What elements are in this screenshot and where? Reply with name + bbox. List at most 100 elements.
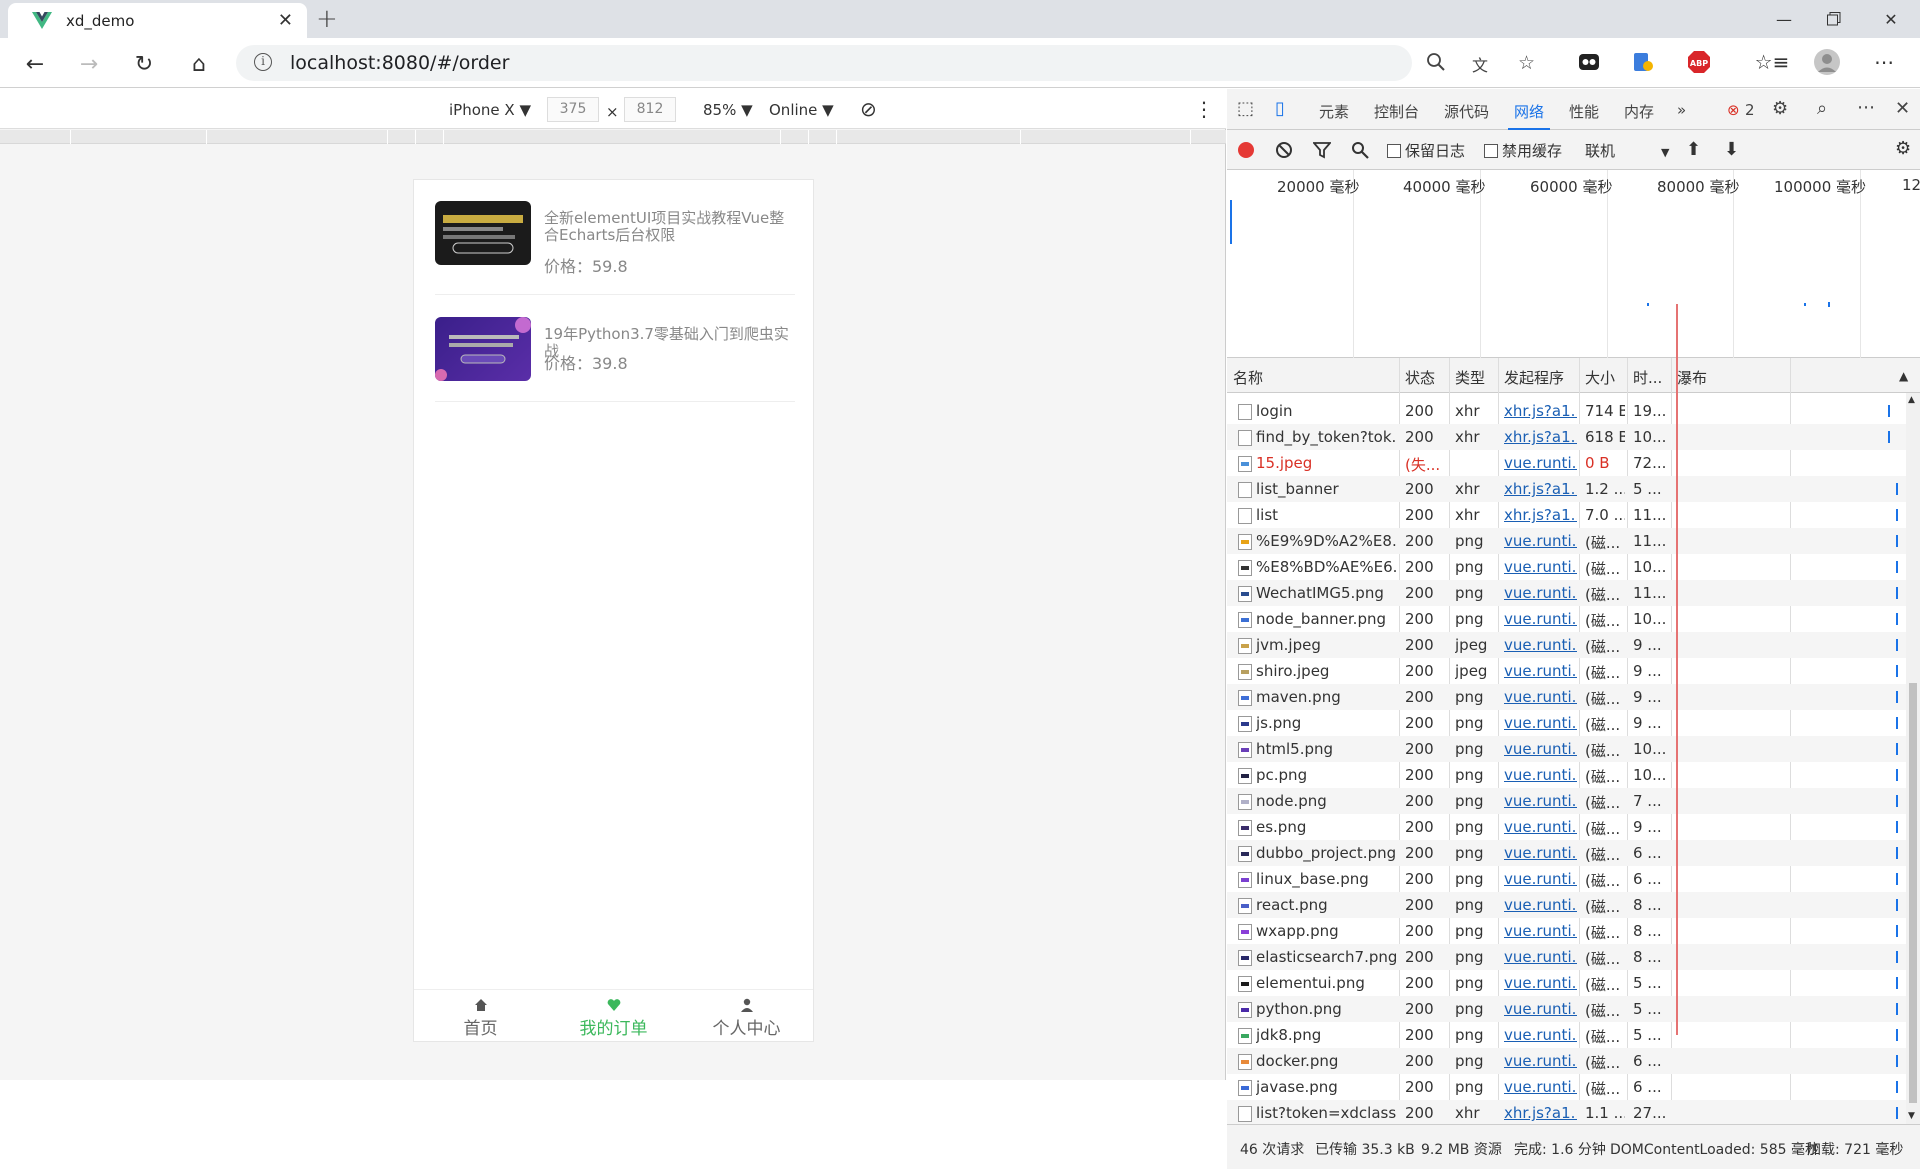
- cell-initiator[interactable]: xhr.js?a1...: [1504, 428, 1577, 446]
- cell-initiator[interactable]: vue.runti...: [1504, 948, 1577, 966]
- request-row[interactable]: list 200 xhr xhr.js?a1... 7.0 ... 11...: [1227, 502, 1906, 528]
- request-row[interactable]: python.png 200 png vue.runti... (磁... 5 ...: [1227, 996, 1906, 1022]
- record-icon[interactable]: [1237, 141, 1255, 163]
- cell-initiator[interactable]: vue.runti...: [1504, 740, 1577, 758]
- reload-icon[interactable]: ↻: [128, 48, 160, 80]
- request-row[interactable]: dubbo_project.png 200 png vue.runti... (磁...…: [1227, 840, 1906, 866]
- request-row[interactable]: maven.png 200 png vue.runti... (磁... 9 ...: [1227, 684, 1906, 710]
- network-select[interactable]: Online ▼: [769, 101, 834, 119]
- tab-performance[interactable]: 性能: [1569, 101, 1599, 122]
- cell-initiator[interactable]: vue.runti...: [1504, 896, 1577, 914]
- height-input[interactable]: 812: [624, 97, 676, 122]
- inspect-element-icon[interactable]: ⬚: [1237, 98, 1254, 119]
- nav-profile[interactable]: 个人中心: [680, 998, 813, 1039]
- more-tabs-icon[interactable]: »: [1677, 101, 1686, 119]
- col-waterfall[interactable]: 瀑布: [1677, 367, 1707, 388]
- new-tab-icon[interactable]: +: [316, 4, 338, 34]
- device-toggle-icon[interactable]: ▯: [1275, 98, 1285, 119]
- request-row[interactable]: docker.png 200 png vue.runti... (磁... 6 ...: [1227, 1048, 1906, 1074]
- export-har-icon[interactable]: ⬇: [1724, 139, 1739, 160]
- devtools-close-icon[interactable]: ✕: [1895, 98, 1910, 119]
- zoom-search-icon[interactable]: [1426, 52, 1446, 77]
- request-row[interactable]: %E8%BD%AE%E6... 200 png vue.runti... (磁... 10…: [1227, 554, 1906, 580]
- col-size[interactable]: 大小: [1585, 367, 1615, 388]
- error-count[interactable]: 2: [1745, 101, 1755, 119]
- cell-initiator[interactable]: vue.runti...: [1504, 584, 1577, 602]
- request-row[interactable]: node_banner.png 200 png vue.runti... (磁... 10…: [1227, 606, 1906, 632]
- cell-initiator[interactable]: vue.runti...: [1504, 1000, 1577, 1018]
- zoom-select[interactable]: 85% ▼: [703, 101, 753, 119]
- cell-initiator[interactable]: vue.runti...: [1504, 974, 1577, 992]
- cell-initiator[interactable]: vue.runti...: [1504, 662, 1577, 680]
- device-select[interactable]: iPhone X ▼: [449, 101, 531, 119]
- browser-tab[interactable]: xd_demo ✕: [8, 3, 307, 38]
- order-card[interactable]: 19年Python3.7零基础入门到爬虫实战 价格：39.8: [435, 295, 795, 402]
- url-text[interactable]: localhost:8080/#/order: [290, 52, 509, 74]
- tab-close-icon[interactable]: ✕: [278, 10, 293, 31]
- adblock-icon[interactable]: ABP: [1684, 47, 1714, 77]
- request-row[interactable]: pc.png 200 png vue.runti... (磁... 10...: [1227, 762, 1906, 788]
- cell-initiator[interactable]: vue.runti...: [1504, 1052, 1577, 1070]
- favorite-star-icon[interactable]: ☆: [1518, 52, 1535, 74]
- request-row[interactable]: linux_base.png 200 png vue.runti... (磁... 6 .…: [1227, 866, 1906, 892]
- favorites-list-icon[interactable]: ☆≡: [1755, 47, 1790, 77]
- width-input[interactable]: 375: [547, 97, 599, 122]
- request-row[interactable]: login 200 xhr xhr.js?a1... 714 B 19...: [1227, 398, 1906, 424]
- request-row[interactable]: list_banner 200 xhr xhr.js?a1... 1.2 ... 5 ..…: [1227, 476, 1906, 502]
- request-row[interactable]: find_by_token?tok... 200 xhr xhr.js?a1... 61…: [1227, 424, 1906, 450]
- tab-elements[interactable]: 元素: [1319, 101, 1349, 122]
- cell-initiator[interactable]: xhr.js?a1...: [1504, 506, 1577, 524]
- request-row[interactable]: html5.png 200 png vue.runti... (磁... 10...: [1227, 736, 1906, 762]
- extension-icon[interactable]: [1574, 47, 1604, 77]
- media-query-ruler[interactable]: [0, 130, 1226, 144]
- request-row[interactable]: node.png 200 png vue.runti... (磁... 7 ...: [1227, 788, 1906, 814]
- request-row[interactable]: wxapp.png 200 png vue.runti... (磁... 8 ...: [1227, 918, 1906, 944]
- import-har-icon[interactable]: ⬆: [1686, 139, 1701, 160]
- tab-sources[interactable]: 源代码: [1444, 101, 1489, 122]
- more-menu-icon[interactable]: ⋯: [1869, 47, 1899, 77]
- request-row[interactable]: jvm.jpeg 200 jpeg vue.runti... (磁... 9 ...: [1227, 632, 1906, 658]
- cell-initiator[interactable]: vue.runti...: [1504, 870, 1577, 888]
- request-row[interactable]: 15.jpeg (失... vue.runti... 0 B 72...: [1227, 450, 1906, 476]
- preserve-log-checkbox[interactable]: 保留日志: [1387, 140, 1465, 161]
- nav-home[interactable]: 首页: [414, 998, 547, 1039]
- forward-icon[interactable]: →: [73, 48, 105, 80]
- clear-icon[interactable]: [1275, 141, 1293, 163]
- device-more-icon[interactable]: ⋮: [1194, 97, 1214, 121]
- cell-initiator[interactable]: vue.runti...: [1504, 454, 1577, 472]
- request-row[interactable]: elasticsearch7.png 200 png vue.runti... (磁..…: [1227, 944, 1906, 970]
- cell-initiator[interactable]: vue.runti...: [1504, 922, 1577, 940]
- request-row[interactable]: js.png 200 png vue.runti... (磁... 9 ...: [1227, 710, 1906, 736]
- back-icon[interactable]: ←: [19, 48, 51, 80]
- request-row[interactable]: jdk8.png 200 png vue.runti... (磁... 5 ...: [1227, 1022, 1906, 1048]
- request-list-scrollbar[interactable]: ▲ ▼: [1906, 393, 1920, 1124]
- rotate-icon[interactable]: ⊘: [860, 97, 877, 121]
- col-status[interactable]: 状态: [1405, 367, 1435, 388]
- site-info-icon[interactable]: i: [254, 53, 272, 71]
- cell-initiator[interactable]: vue.runti...: [1504, 714, 1577, 732]
- request-row[interactable]: es.png 200 png vue.runti... (磁... 9 ...: [1227, 814, 1906, 840]
- cell-initiator[interactable]: vue.runti...: [1504, 558, 1577, 576]
- cell-initiator[interactable]: xhr.js?a1...: [1504, 1104, 1577, 1122]
- window-close-icon[interactable]: ✕: [1862, 0, 1920, 38]
- col-name[interactable]: 名称: [1233, 367, 1263, 388]
- cell-initiator[interactable]: xhr.js?a1...: [1504, 402, 1577, 420]
- request-row[interactable]: WechatIMG5.png 200 png vue.runti... (磁... 11.…: [1227, 580, 1906, 606]
- col-time[interactable]: 时...: [1633, 367, 1662, 388]
- cell-initiator[interactable]: vue.runti...: [1504, 844, 1577, 862]
- cell-initiator[interactable]: vue.runti...: [1504, 792, 1577, 810]
- filter-icon[interactable]: [1312, 141, 1332, 163]
- cell-initiator[interactable]: xhr.js?a1...: [1504, 480, 1577, 498]
- extension-puzzle-icon[interactable]: [1628, 47, 1658, 77]
- settings-gear-icon[interactable]: ⚙: [1772, 98, 1788, 119]
- nav-my-orders[interactable]: 我的订单: [547, 998, 680, 1039]
- cell-initiator[interactable]: vue.runti...: [1504, 1026, 1577, 1044]
- network-overview-timeline[interactable]: [1227, 170, 1920, 358]
- error-icon[interactable]: ⊗: [1727, 101, 1740, 119]
- col-initiator[interactable]: 发起程序: [1504, 367, 1564, 388]
- col-type[interactable]: 类型: [1455, 367, 1485, 388]
- throttling-select[interactable]: 联机 ▼: [1585, 140, 1669, 161]
- request-row[interactable]: javase.png 200 png vue.runti... (磁... 6 ...: [1227, 1074, 1906, 1100]
- cell-initiator[interactable]: vue.runti...: [1504, 610, 1577, 628]
- request-row[interactable]: shiro.jpeg 200 jpeg vue.runti... (磁... 9 ...: [1227, 658, 1906, 684]
